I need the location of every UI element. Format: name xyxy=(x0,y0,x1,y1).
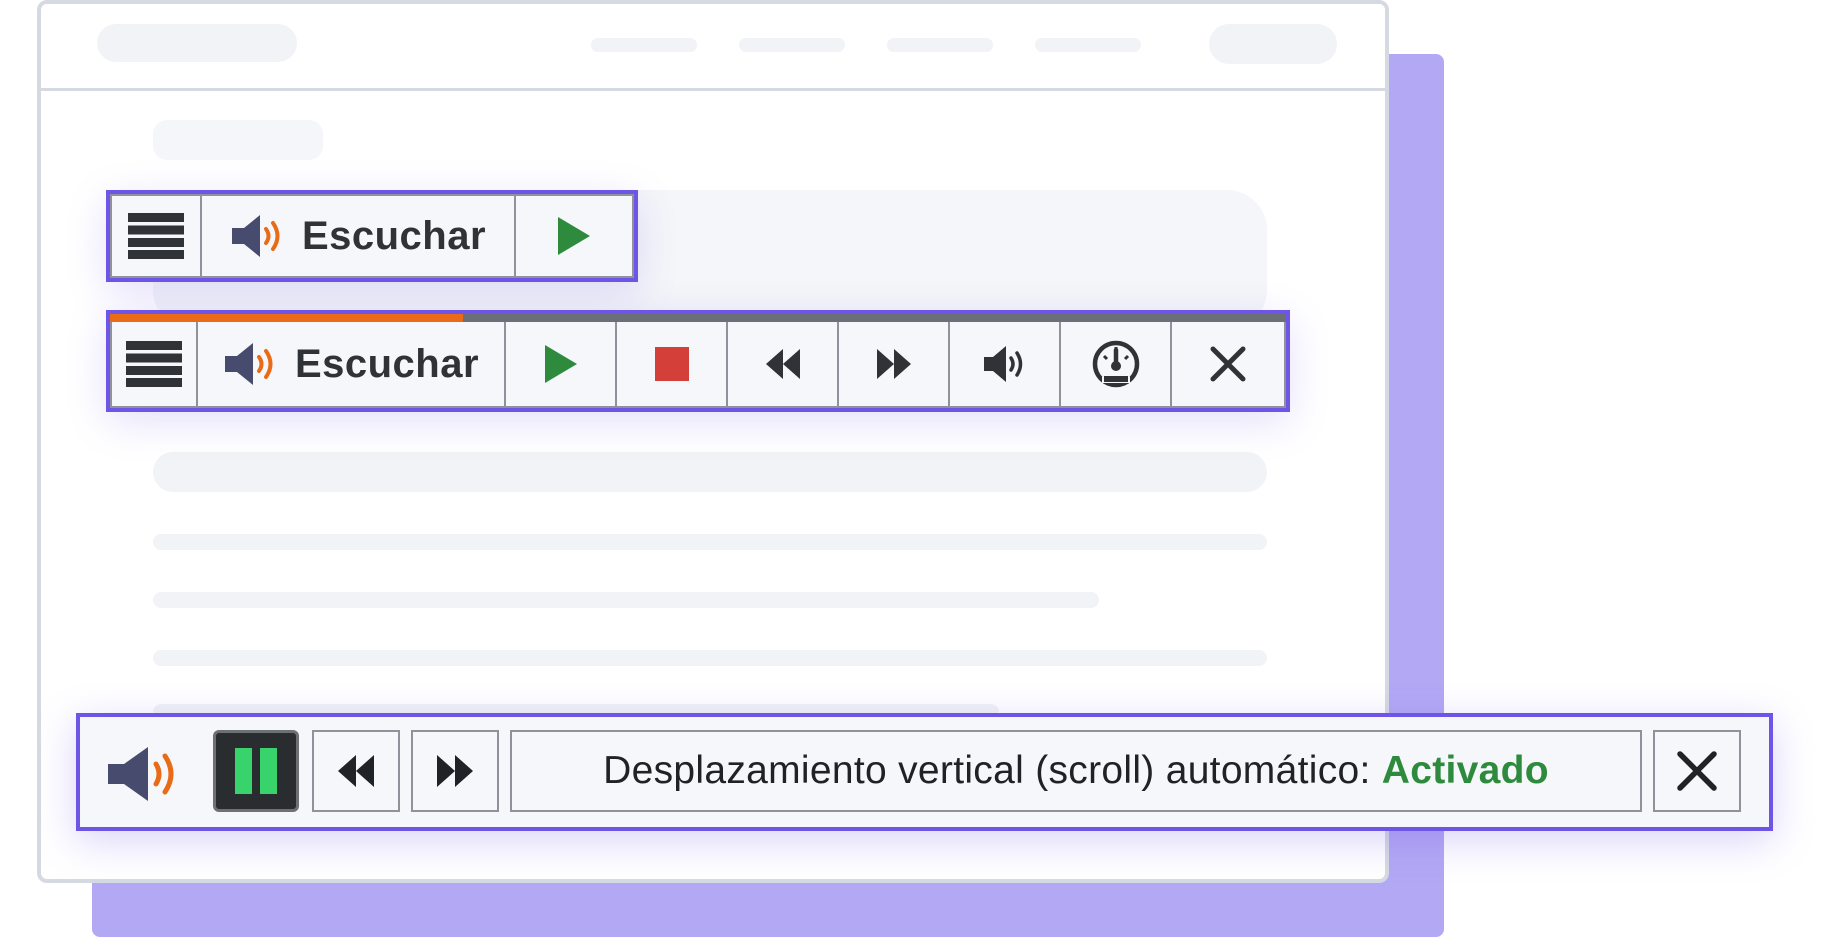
listen-label: Escuchar xyxy=(301,213,487,258)
nav-placeholder xyxy=(591,38,697,52)
text-line-placeholder xyxy=(153,650,1267,666)
progress-bar[interactable] xyxy=(110,314,1286,322)
rewind-button[interactable] xyxy=(728,322,839,406)
play-icon xyxy=(544,345,577,383)
breadcrumb-placeholder xyxy=(153,120,323,160)
logo-placeholder xyxy=(97,24,297,62)
nav-placeholder xyxy=(887,38,993,52)
fast-forward-button[interactable] xyxy=(411,730,499,812)
fast-forward-icon xyxy=(876,349,911,379)
autoscroll-status-value: Activado xyxy=(1381,749,1549,792)
volume-icon xyxy=(983,346,1022,382)
pause-button[interactable] xyxy=(213,730,299,812)
stop-icon xyxy=(654,347,689,381)
browser-topbar xyxy=(41,4,1385,91)
rewind-button[interactable] xyxy=(312,730,400,812)
close-icon xyxy=(1677,751,1717,791)
play-button[interactable] xyxy=(516,196,632,276)
progress-fill xyxy=(110,314,463,322)
autoscroll-toolbar: Desplazamiento vertical (scroll) automát… xyxy=(76,713,1773,831)
autoscroll-status-prefix: Desplazamiento vertical (scroll) automát… xyxy=(603,749,1382,792)
speed-gauge-icon xyxy=(1092,340,1139,388)
close-button[interactable] xyxy=(1172,322,1284,406)
nav-placeholder xyxy=(1035,38,1141,52)
button-placeholder xyxy=(1209,24,1337,64)
speaker-icon xyxy=(224,343,273,385)
listen-button[interactable]: Escuchar xyxy=(198,322,506,406)
close-button[interactable] xyxy=(1653,730,1741,812)
rewind-icon xyxy=(765,349,800,379)
toolbar-inner: Escuchar xyxy=(110,322,1286,408)
menu-button[interactable] xyxy=(112,322,198,406)
text-line-placeholder xyxy=(153,592,1099,608)
close-icon xyxy=(1210,346,1246,382)
nav-placeholder xyxy=(739,38,845,52)
toolbar-inner: Escuchar xyxy=(110,194,634,278)
menu-icon xyxy=(128,213,184,259)
speaker-icon xyxy=(108,747,174,801)
autoscroll-status-label: Desplazamiento vertical (scroll) automát… xyxy=(603,749,1549,793)
listen-button[interactable]: Escuchar xyxy=(202,196,516,276)
volume-button[interactable] xyxy=(950,322,1061,406)
speed-button[interactable] xyxy=(1061,322,1172,406)
reader-toolbar-expanded: Escuchar xyxy=(106,310,1290,412)
listen-label: Escuchar xyxy=(294,341,480,386)
text-line-placeholder xyxy=(153,452,1267,492)
speaker-indicator xyxy=(106,744,186,809)
menu-icon xyxy=(126,341,182,387)
text-line-placeholder xyxy=(153,534,1267,550)
reader-toolbar-compact: Escuchar xyxy=(106,190,638,282)
autoscroll-status: Desplazamiento vertical (scroll) automát… xyxy=(510,730,1642,812)
stop-button[interactable] xyxy=(617,322,728,406)
fast-forward-button[interactable] xyxy=(839,322,950,406)
menu-button[interactable] xyxy=(112,196,202,276)
rewind-icon xyxy=(338,755,374,787)
play-button[interactable] xyxy=(506,322,617,406)
speaker-icon xyxy=(231,215,280,257)
play-icon xyxy=(558,217,590,255)
pause-icon xyxy=(235,748,277,794)
fast-forward-icon xyxy=(437,755,473,787)
